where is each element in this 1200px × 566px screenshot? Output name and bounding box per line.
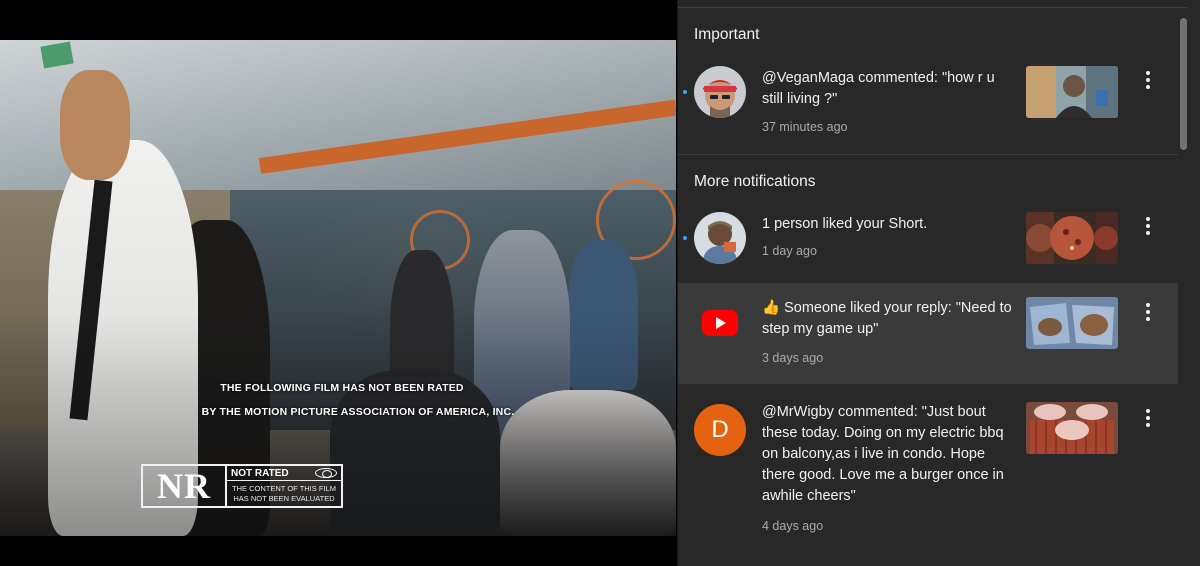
- video-player[interactable]: THE FOLLOWING FILM HAS NOT BEEN RATED BY…: [0, 40, 676, 536]
- notification-text: @VeganMaga commented: "how r u still liv…: [762, 70, 995, 107]
- user-avatar[interactable]: [694, 66, 746, 118]
- more-options-icon[interactable]: [1138, 68, 1158, 92]
- notification-text: 1 person liked your Short.: [762, 216, 928, 232]
- video-thumbnail[interactable]: [1026, 402, 1118, 454]
- rating-caption-line-2: BY THE MOTION PICTURE ASSOCIATION OF AME…: [201, 406, 515, 418]
- notification-time: 4 days ago: [762, 519, 824, 533]
- screen: THE FOLLOWING FILM HAS NOT BEEN RATED BY…: [0, 0, 1200, 566]
- notification-item[interactable]: D @MrWigby commented: "Just bout these t…: [678, 388, 1178, 548]
- rating-description: THE CONTENT OF THIS FILM HAS NOT BEEN EV…: [227, 481, 341, 506]
- notification-item[interactable]: 👍 Someone liked your reply: "Need to ste…: [678, 283, 1178, 384]
- rating-info: NOT RATED THE CONTENT OF THIS FILM HAS N…: [227, 466, 341, 506]
- section-title-more: More notifications: [694, 173, 816, 190]
- short-thumbnail[interactable]: [1026, 212, 1118, 264]
- unread-dot-icon: [683, 90, 687, 94]
- pizza-thumbnail-image: [1026, 212, 1118, 264]
- youtube-logo-icon: [702, 310, 738, 336]
- rating-letters: NR: [143, 466, 227, 506]
- notification-time: 3 days ago: [762, 351, 824, 365]
- more-options-icon[interactable]: [1138, 300, 1158, 324]
- rating-caption-line-1: THE FOLLOWING FILM HAS NOT BEEN RATED: [220, 382, 464, 394]
- panel-top-border: [678, 7, 1188, 8]
- user-avatar[interactable]: [694, 212, 746, 264]
- notification-text: 👍 Someone liked your reply: "Need to ste…: [762, 300, 1012, 337]
- rating-title: NOT RATED: [231, 467, 289, 479]
- user-avatar-red-cap-icon: [694, 66, 746, 118]
- video-thumbnail-image: [1026, 66, 1118, 118]
- unread-dot-icon: [683, 236, 687, 240]
- notification-item[interactable]: 1 person liked your Short. 1 day ago: [678, 200, 1178, 280]
- more-options-icon[interactable]: [1138, 214, 1158, 238]
- food-bags-thumbnail-image: [1026, 297, 1118, 349]
- notification-item[interactable]: @VeganMaga commented: "how r u still liv…: [678, 54, 1178, 152]
- notifications-panel: Important @VeganMaga commented: "how r u…: [677, 0, 1200, 566]
- scrollbar-thumb[interactable]: [1180, 18, 1187, 150]
- mpa-logo-icon: [315, 468, 337, 478]
- user-avatar-icon: [694, 212, 746, 264]
- section-divider: [678, 154, 1178, 155]
- notification-time: 1 day ago: [762, 244, 817, 258]
- user-avatar[interactable]: D: [694, 404, 746, 456]
- more-options-icon[interactable]: [1138, 406, 1158, 430]
- notification-text: @MrWigby commented: "Just bout these tod…: [762, 404, 1004, 504]
- video-thumbnail[interactable]: [1026, 297, 1118, 349]
- section-title-important: Important: [694, 26, 760, 43]
- video-scene-shade: [0, 40, 676, 536]
- rating-badge: NR NOT RATED THE CONTENT OF THIS FILM HA…: [141, 464, 343, 508]
- rating-description-line-2: HAS NOT BEEN EVALUATED: [233, 494, 335, 503]
- video-thumbnail[interactable]: [1026, 66, 1118, 118]
- rating-description-line-1: THE CONTENT OF THIS FILM: [232, 484, 336, 493]
- rating-title-row: NOT RATED: [227, 466, 341, 481]
- notification-time: 37 minutes ago: [762, 120, 848, 134]
- burger-patties-thumbnail-image: [1026, 402, 1118, 454]
